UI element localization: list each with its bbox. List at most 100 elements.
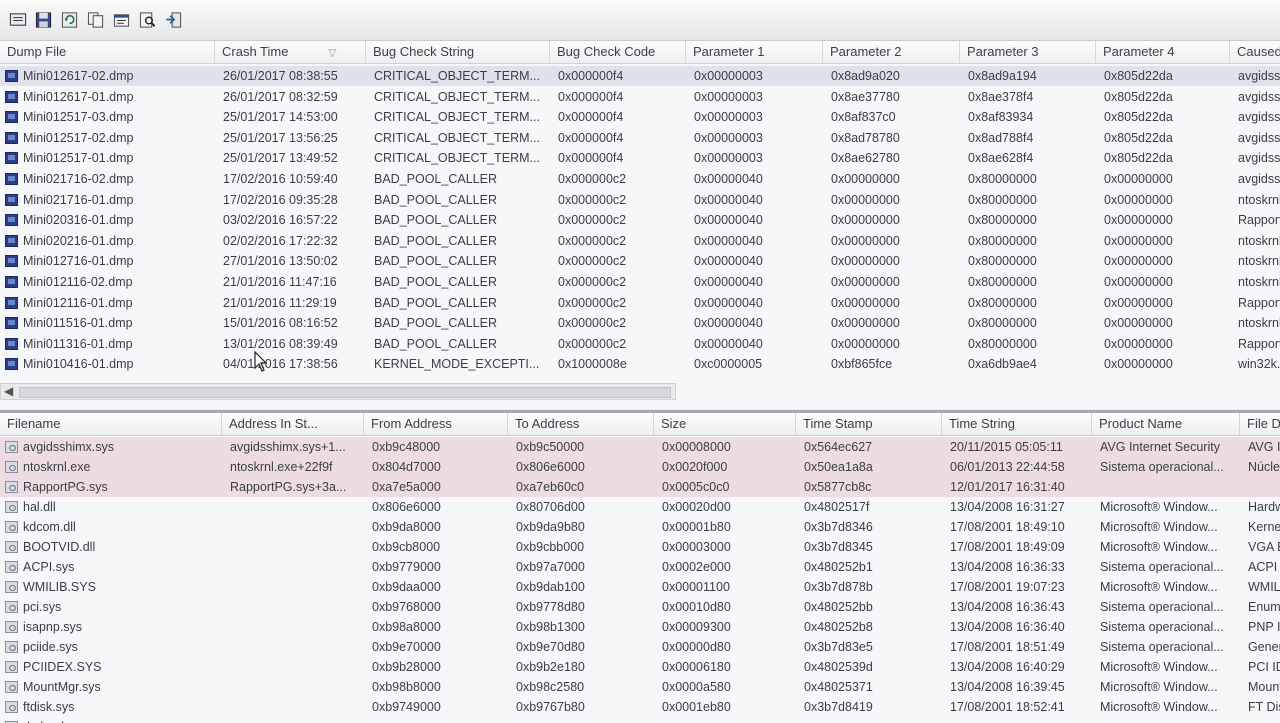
crash-row[interactable]: Mini012517-03.dmp 25/01/2017 14:53:00 CRIT… <box>0 107 1280 127</box>
crash-row[interactable]: Mini011316-01.dmp 13/01/2016 08:39:49 BAD_… <box>0 334 1280 354</box>
refresh-icon <box>61 12 77 28</box>
column-header-parameter-3[interactable]: Parameter 3 <box>960 41 1096 63</box>
cell-time-stamp: 0x480252b1 <box>804 560 873 574</box>
dump-file-icon <box>5 111 18 124</box>
cell-time-string: 13/04/2008 16:40:29 <box>950 660 1065 674</box>
column-header-filename[interactable]: Filename <box>0 413 222 435</box>
column-header-product-name[interactable]: Product Name <box>1092 413 1240 435</box>
cell-file-de: Mount Ma <box>1248 680 1280 694</box>
cell-from-address: 0xb9daa000 <box>372 580 441 594</box>
crash-row[interactable]: Mini020316-01.dmp 03/02/2016 16:57:22 BAD_… <box>0 210 1280 230</box>
driver-row[interactable]: pciide.sys 0xb9e70000 0xb9e70d80 0x00000d80… <box>0 637 1280 657</box>
column-header-from-address[interactable]: From Address <box>364 413 508 435</box>
driver-row[interactable]: ftdisk.sys 0xb9749000 0xb9767b80 0x0001eb80… <box>0 697 1280 717</box>
cell-bug-check-string: BAD_POOL_CALLER <box>374 295 497 310</box>
crash-list-header: Dump File Crash Time ▽ Bug Check String Bug … <box>0 41 1280 64</box>
cell-product-name: AVG Internet Security <box>1100 440 1220 454</box>
cell-dump-file: Mini011516-01.dmp <box>23 316 133 331</box>
cell-filename: dmload.sys <box>23 717 217 723</box>
cell-file-de: PNP ISA <box>1248 620 1280 634</box>
cell-file-de <box>1248 717 1280 723</box>
scroll-left-arrow-icon[interactable]: ◀ <box>4 384 13 399</box>
properties-icon <box>113 14 129 27</box>
crash-row[interactable]: Mini012517-02.dmp 25/01/2017 13:56:25 CRIT… <box>0 128 1280 148</box>
cell-size: 0x00000d80 <box>662 640 731 654</box>
cell-time-stamp: 0x480252b8 <box>804 620 873 634</box>
cell-parameter-4: 0x805d22da <box>1104 89 1173 104</box>
driver-row[interactable]: BOOTVID.dll 0xb9cb8000 0xb9cbb000 0x0000300… <box>0 537 1280 557</box>
crash-row[interactable]: Mini020216-01.dmp 02/02/2016 17:22:32 BAD_… <box>0 231 1280 251</box>
column-header-bug-check-string[interactable]: Bug Check String <box>366 41 550 63</box>
dump-file-icon <box>5 90 18 103</box>
refresh-button[interactable] <box>58 9 81 31</box>
column-header-caused[interactable]: Caused <box>1230 41 1280 63</box>
scrollbar-thumb[interactable] <box>19 387 671 398</box>
driver-row[interactable]: isapnp.sys 0xb98a8000 0xb98b1300 0x00009300… <box>0 617 1280 637</box>
crash-row[interactable]: Mini021716-02.dmp 17/02/2016 10:59:40 BAD_… <box>0 169 1280 189</box>
driver-row[interactable]: PCIIDEX.SYS 0xb9b28000 0xb9b2e180 0x0000618… <box>0 657 1280 677</box>
cell-crash-time: 04/01/2016 17:38:56 <box>223 357 338 372</box>
copy-button[interactable] <box>84 9 107 31</box>
column-header-parameter-2[interactable]: Parameter 2 <box>823 41 960 63</box>
column-header-dump-file[interactable]: Dump File <box>0 41 215 63</box>
cell-time-stamp: 0x4802517f <box>804 500 870 514</box>
cell-parameter-3: 0x80000000 <box>968 316 1037 331</box>
driver-row[interactable]: avgidsshimx.sys avgidsshimx.sys+1... 0xb9c… <box>0 437 1280 457</box>
driver-row[interactable]: RapportPG.sys RapportPG.sys+3a... 0xa7e5a0… <box>0 477 1280 497</box>
properties-button[interactable] <box>110 9 133 31</box>
driver-row[interactable]: WMILIB.SYS 0xb9daa000 0xb9dab100 0x00001100… <box>0 577 1280 597</box>
column-header-bug-check-code[interactable]: Bug Check Code <box>550 41 686 63</box>
column-header-file-de[interactable]: File De <box>1240 413 1280 435</box>
column-header-parameter-4[interactable]: Parameter 4 <box>1096 41 1230 63</box>
cell-file-de: FT Disk <box>1248 700 1280 714</box>
cell-address-in-st: avgidsshimx.sys+1... <box>230 440 346 454</box>
crash-row[interactable]: Mini021716-01.dmp 17/02/2016 09:35:28 BAD_… <box>0 190 1280 210</box>
crash-row[interactable]: Mini012617-02.dmp 26/01/2017 08:38:55 CRIT… <box>0 66 1280 86</box>
cell-address-in-st: RapportPG.sys+3a... <box>230 480 347 494</box>
cell-time-string: 17/08/2001 18:51:49 <box>950 640 1065 654</box>
exit-button[interactable] <box>162 9 185 31</box>
column-header-address-in-st[interactable]: Address In St... <box>222 413 364 435</box>
cell-file-de: PCI IDE B <box>1248 660 1280 674</box>
crash-row[interactable]: Mini012716-01.dmp 27/01/2016 13:50:02 BAD_… <box>0 251 1280 271</box>
horizontal-scrollbar[interactable]: ◀ <box>0 383 676 400</box>
column-header-parameter-1[interactable]: Parameter 1 <box>686 41 823 63</box>
save-button[interactable] <box>32 9 55 31</box>
cell-filename: PCIIDEX.SYS <box>23 660 102 674</box>
crash-row[interactable]: Mini012116-02.dmp 21/01/2016 11:47:16 BAD_… <box>0 272 1280 292</box>
cell-filename: RapportPG.sys <box>23 480 108 494</box>
column-header-time-stamp[interactable]: Time Stamp <box>796 413 942 435</box>
cell-bug-check-string: BAD_POOL_CALLER <box>374 275 497 289</box>
crash-row[interactable]: Mini012517-01.dmp 25/01/2017 13:49:52 CRIT… <box>0 148 1280 168</box>
cell-parameter-3: 0x80000000 <box>968 192 1037 207</box>
cell-crash-time: 21/01/2016 11:29:19 <box>223 295 337 310</box>
cell-bug-check-string: KERNEL_MODE_EXCEPTI... <box>374 357 540 372</box>
crash-row[interactable]: Mini010416-01.dmp 04/01/2016 17:38:56 KERN… <box>0 354 1280 374</box>
column-header-to-address[interactable]: To Address <box>508 413 654 435</box>
cell-bug-check-code: 0x000000c2 <box>558 336 627 351</box>
column-header-time-string[interactable]: Time String <box>942 413 1092 435</box>
find-button[interactable] <box>136 9 159 31</box>
crash-row[interactable]: Mini012116-01.dmp 21/01/2016 11:29:19 BAD_… <box>0 293 1280 313</box>
cell-dump-file: Mini012116-01.dmp <box>23 295 133 310</box>
crash-row[interactable]: Mini011516-01.dmp 15/01/2016 08:16:52 BAD_… <box>0 313 1280 333</box>
cell-parameter-4: 0x00000000 <box>1104 295 1173 310</box>
cell-address-in-st <box>230 717 364 723</box>
cell-product-name: Microsoft® Window... <box>1100 700 1218 714</box>
driver-row[interactable]: ACPI.sys 0xb9779000 0xb97a7000 0x0002e000 0x… <box>0 557 1280 577</box>
options-button[interactable] <box>6 9 29 31</box>
cell-address-in-st <box>230 557 364 577</box>
driver-row[interactable]: hal.dll 0x806e6000 0x80706d00 0x00020d00 0x4… <box>0 497 1280 517</box>
driver-row[interactable]: kdcom.dll 0xb9da8000 0xb9da9b80 0x00001b80 0… <box>0 517 1280 537</box>
driver-row[interactable]: dmload.sys <box>0 717 1280 723</box>
driver-row[interactable]: pci.sys 0xb9768000 0xb9778d80 0x00010d80 0x4… <box>0 597 1280 617</box>
driver-row[interactable]: ntoskrnl.exe ntoskrnl.exe+22f9f 0x804d7000… <box>0 457 1280 477</box>
cell-from-address <box>372 717 508 723</box>
driver-file-icon <box>5 601 18 613</box>
driver-row[interactable]: MountMgr.sys 0xb98b8000 0xb98c2580 0x0000a5… <box>0 677 1280 697</box>
cell-parameter-1: 0xc0000005 <box>694 357 763 372</box>
cell-parameter-3: 0x8af83934 <box>968 110 1034 125</box>
column-header-size[interactable]: Size <box>654 413 796 435</box>
crash-row[interactable]: Mini012617-01.dmp 26/01/2017 08:32:59 CRIT… <box>0 87 1280 107</box>
column-header-crash-time[interactable]: Crash Time ▽ <box>215 41 366 63</box>
